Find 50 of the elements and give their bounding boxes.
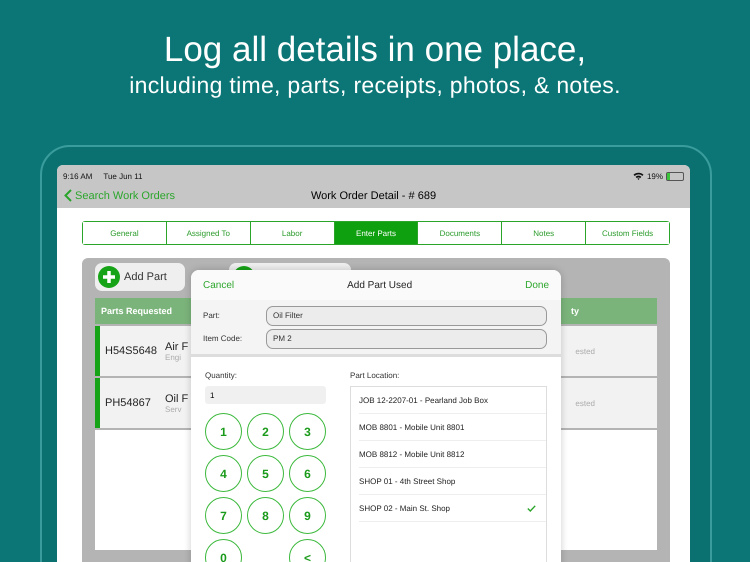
tab[interactable]: Enter Parts (334, 222, 418, 244)
column-header: ty (570, 306, 579, 316)
location-item[interactable]: MOB 8801 - Mobile Unit 8801 (359, 414, 546, 441)
keypad-key[interactable]: 5 (247, 455, 284, 492)
part-category: Serv (165, 404, 182, 414)
keypad-key[interactable]: 1 (205, 413, 242, 450)
field-label: Item Code: (203, 334, 244, 343)
keypad-key[interactable]: < (289, 539, 326, 562)
battery-percent: 19% (646, 172, 663, 180)
keypad-key[interactable]: 6 (289, 455, 326, 492)
keypad-key[interactable]: 3 (289, 413, 326, 450)
part-category: Engi (165, 352, 182, 362)
input-field[interactable]: Oil Filter (266, 306, 547, 326)
back-button[interactable]: Search Work Orders (64, 189, 176, 202)
part-code: PH54867 (105, 397, 152, 409)
status-date: Tue Jun 11 (103, 172, 142, 180)
part-status: ested (575, 346, 595, 356)
keypad-key[interactable]: 8 (247, 497, 284, 534)
quantity-field[interactable]: 1 (205, 386, 326, 404)
field-label: Part: (203, 311, 221, 320)
chevron-left-icon (64, 189, 72, 202)
part-status: ested (575, 398, 595, 408)
status-time: 9:16 AM (63, 172, 92, 180)
tab[interactable]: Custom Fields (585, 222, 670, 244)
done-button[interactable]: Done (525, 280, 549, 290)
location-label: Part Location: (350, 371, 400, 380)
battery-icon (666, 172, 684, 180)
part-code: H54S5648 (105, 345, 158, 357)
quantity-label: Quantity: (205, 371, 238, 380)
wifi-icon (632, 172, 644, 180)
column-header: Parts Requested (101, 306, 172, 316)
screen-title: Work Order Detail - # 689 (310, 190, 436, 202)
part-name: Oil F (165, 392, 188, 404)
location-item[interactable]: MOB 8812 - Mobile Unit 8812 (359, 441, 546, 468)
cancel-button[interactable]: Cancel (203, 280, 234, 290)
input-field[interactable]: PM 2 (266, 328, 547, 348)
add-part-button[interactable]: Add Part (95, 263, 185, 291)
keypad-key[interactable]: 4 (205, 455, 242, 492)
dialog-title: Add Part Used (347, 280, 412, 290)
keypad-key[interactable]: 9 (289, 497, 326, 534)
keypad-key[interactable]: 7 (205, 497, 242, 534)
subheadline: including time, parts, receipts, photos, & notes. (128, 71, 622, 100)
keypad-key[interactable]: 0 (205, 539, 242, 562)
location-item[interactable]: SHOP 02 - Main St. Shop (359, 495, 546, 522)
keypad-key[interactable]: 2 (247, 413, 284, 450)
headline: Log all details in one place, (162, 30, 588, 70)
location-item[interactable]: JOB 12-2207-01 - Pearland Job Box (359, 387, 546, 414)
location-item[interactable]: SHOP 01 - 4th Street Shop (359, 468, 546, 495)
plus-icon (98, 266, 120, 288)
part-name: Air F (165, 340, 188, 352)
